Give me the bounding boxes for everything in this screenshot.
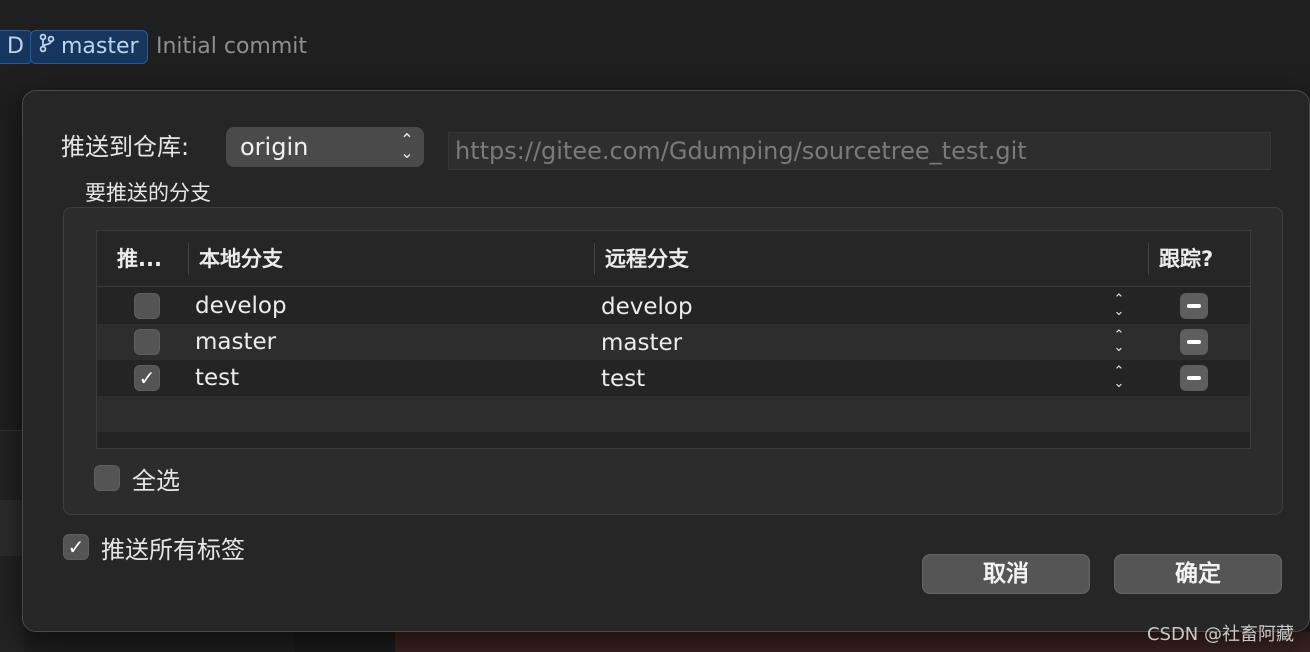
head-badge: D — [0, 30, 33, 64]
column-divider[interactable] — [188, 243, 189, 275]
remote-branch-name: develop — [601, 294, 693, 320]
header-local-branch[interactable]: 本地分支 — [199, 231, 283, 287]
table-header: 推... 本地分支 远程分支 跟踪? — [97, 231, 1250, 287]
repo-select[interactable]: origin ⌃ ⌄ — [226, 127, 424, 167]
minus-icon — [1187, 376, 1201, 380]
watermark: CSDN @社畜阿藏 — [1146, 624, 1294, 645]
table-row[interactable]: ✓ test test ⌃ ⌄ — [97, 360, 1250, 396]
minus-icon — [1187, 304, 1201, 308]
repo-url-field[interactable] — [448, 132, 1271, 170]
local-branch-name: develop — [195, 293, 287, 319]
push-checkbox[interactable] — [134, 293, 160, 319]
column-divider[interactable] — [594, 243, 595, 275]
branches-table: 推... 本地分支 远程分支 跟踪? develop develop ⌃ ⌄ ma… — [96, 230, 1251, 449]
push-tags-option[interactable]: ✓ 推送所有标签 — [63, 531, 245, 564]
branch-badge: master — [30, 30, 148, 64]
ok-button[interactable]: 确定 — [1114, 554, 1282, 594]
header-remote-branch[interactable]: 远程分支 — [605, 231, 689, 287]
sidebar-selected-row — [0, 500, 24, 556]
branches-group: 推... 本地分支 远程分支 跟踪? develop develop ⌃ ⌄ ma… — [63, 207, 1283, 515]
local-branch-name: test — [195, 365, 240, 391]
branch-badge-label: master — [61, 34, 139, 59]
checkmark-icon: ✓ — [67, 535, 85, 559]
push-tags-checkbox[interactable]: ✓ — [63, 534, 89, 560]
header-track[interactable]: 跟踪? — [1159, 231, 1213, 287]
header-push[interactable]: 推... — [117, 231, 162, 287]
local-branch-name: master — [195, 329, 277, 355]
branch-icon — [39, 31, 55, 63]
push-checkbox[interactable]: ✓ — [134, 365, 160, 391]
branches-label: 要推送的分支 — [85, 181, 211, 205]
commit-message: Initial commit — [156, 34, 308, 59]
track-toggle[interactable] — [1180, 329, 1208, 355]
select-all-label: 全选 — [132, 466, 180, 495]
minus-icon — [1187, 340, 1201, 344]
track-toggle[interactable] — [1180, 365, 1208, 391]
push-tags-label: 推送所有标签 — [101, 535, 245, 564]
chevron-updown-icon[interactable]: ⌃ ⌄ — [1111, 329, 1127, 356]
cancel-button[interactable]: 取消 — [922, 554, 1090, 594]
track-toggle[interactable] — [1180, 293, 1208, 319]
table-row-empty — [97, 396, 1250, 432]
remote-branch-name: test — [601, 366, 646, 392]
repo-label: 推送到仓库: — [61, 133, 190, 161]
table-row[interactable]: master master ⌃ ⌄ — [97, 324, 1250, 360]
select-all-checkbox[interactable] — [94, 465, 120, 491]
push-dialog: 推送到仓库: origin ⌃⌄ 要推送的分支 推... 本地分支 远程分支 跟… — [22, 90, 1310, 632]
select-all-option[interactable]: 全选 — [94, 462, 180, 495]
repo-select-value: origin — [240, 133, 309, 161]
checkmark-icon: ✓ — [138, 366, 156, 390]
chevron-updown-icon[interactable]: ⌃ ⌄ — [1111, 365, 1127, 392]
remote-branch-name: master — [601, 330, 683, 356]
chevron-updown-icon[interactable]: ⌃ ⌄ — [1111, 293, 1127, 320]
chevron-updown-icon: ⌃ ⌄ — [400, 130, 414, 162]
push-checkbox[interactable] — [134, 329, 160, 355]
table-row[interactable]: develop develop ⌃ ⌄ — [97, 288, 1250, 324]
column-divider[interactable] — [1148, 243, 1149, 275]
